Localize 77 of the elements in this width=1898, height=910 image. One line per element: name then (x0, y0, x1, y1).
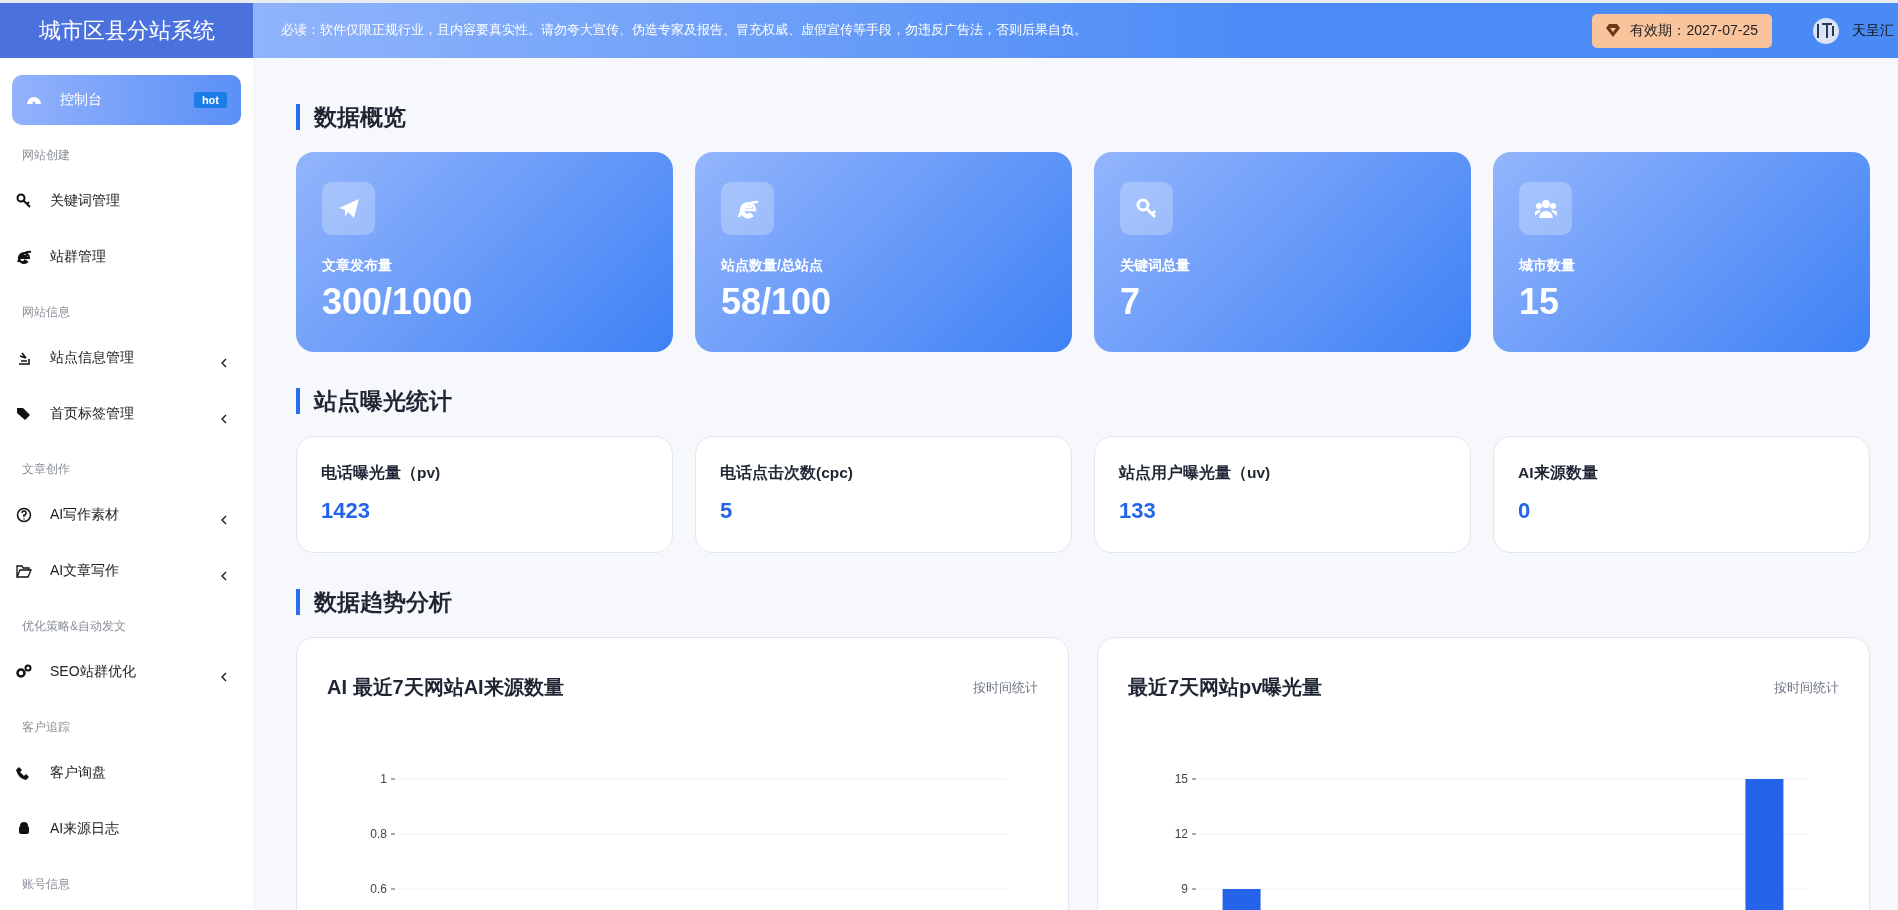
section-title: 数据趋势分析 (296, 589, 1870, 615)
tick-mark (1191, 888, 1197, 890)
stat-value: 58/100 (721, 281, 833, 323)
menu-icon (16, 821, 32, 837)
stat-label: 关键词总量 (1120, 257, 1191, 275)
menu-icon (16, 193, 32, 209)
notice-text: 必读：软件仅限正规行业，且内容要真实性。请勿夸大宣传、伪造专家及报告、冒充权威、虚假宣传等手段，勿违反广告法，否则后果自负。 (281, 22, 1088, 39)
sidebar-item[interactable]: 首页标签管理 (12, 389, 241, 439)
menu-icon (16, 664, 32, 680)
section-title: 站点曝光统计 (296, 388, 1870, 414)
menu-icon (16, 350, 32, 366)
filter-link[interactable]: 按时间统计 (1774, 678, 1839, 697)
chevron-icon (221, 358, 227, 368)
stat-value: 300/1000 (322, 281, 474, 323)
filter-link[interactable]: 按时间统计 (973, 678, 1038, 697)
sidebar-item[interactable]: SEO站群优化 (12, 647, 241, 697)
sidebar-item[interactable]: 关键词管理 (12, 176, 241, 226)
diamond-icon (1606, 24, 1621, 37)
stat-label: 文章发布量 (322, 257, 393, 275)
chart-title: AI 最近7天网站AI来源数量 (327, 675, 564, 700)
sidebar-item[interactable]: 控制台 hot (12, 75, 241, 125)
stat-icon (1519, 182, 1572, 235)
sidebar-item[interactable]: AI文章写作 (12, 546, 241, 596)
axis-label: 1 (380, 772, 387, 786)
validity-badge: 有效期：2027-07-25 (1592, 13, 1772, 48)
system-title: 城市区县分站系统 (0, 3, 253, 58)
chevron-icon (221, 515, 227, 525)
axis-label: 0.8 (370, 827, 387, 841)
stat-value: 7 (1120, 281, 1142, 323)
chevron-icon (221, 571, 227, 581)
tick-mark (1191, 833, 1197, 835)
sidebar-item[interactable]: AI写作素材 (12, 490, 241, 540)
stat-value: 133 (1119, 498, 1157, 524)
stat-label: AI来源数量 (1518, 463, 1599, 483)
stat-icon (1120, 182, 1173, 235)
section-label: 网站创建 (21, 147, 71, 164)
hot-badge: hot (193, 92, 227, 108)
menu-icon (16, 249, 32, 265)
sidebar-item[interactable]: 客户询盘 (12, 748, 241, 798)
section-label: 账号信息 (21, 876, 71, 893)
tick-mark (1191, 778, 1197, 780)
tick-mark (390, 888, 396, 890)
axis-label: 9 (1181, 882, 1188, 896)
chart-title: 最近7天网站pv曝光量 (1128, 675, 1323, 700)
stat-icon (721, 182, 774, 235)
axis-label: 15 (1174, 772, 1188, 786)
tick-mark (390, 833, 396, 835)
menu-icon (16, 765, 32, 781)
bar (1222, 889, 1261, 910)
stat-label: 城市数量 (1519, 257, 1576, 275)
stat-value: 15 (1519, 281, 1561, 323)
sidebar-item[interactable]: AI来源日志 (12, 804, 241, 854)
menu-icon (16, 406, 32, 422)
section-label: 网站信息 (21, 304, 71, 321)
chevron-icon (221, 672, 227, 682)
axis-label: 0.6 (370, 882, 387, 896)
stat-value: 1423 (321, 498, 371, 524)
menu-icon (16, 563, 32, 579)
sidebar-item[interactable]: 站点信息管理 (12, 333, 241, 383)
menu-icon (16, 507, 32, 523)
stat-value: 5 (720, 498, 734, 524)
axis-label: 12 (1174, 827, 1188, 841)
section-label: 优化策略&自动发文 (21, 618, 127, 635)
user-name: 天呈汇 (1852, 21, 1894, 40)
stat-value: 0 (1518, 498, 1532, 524)
logo-icon (1812, 16, 1840, 45)
tick-mark (390, 778, 396, 780)
sidebar-item[interactable]: 站群管理 (12, 232, 241, 282)
stat-label: 电话点击次数(cpc) (720, 463, 855, 483)
section-label: 文章创作 (21, 461, 71, 478)
stat-label: 站点数量/总站点 (721, 257, 824, 275)
stat-label: 站点用户曝光量（uv) (1119, 463, 1272, 483)
chevron-icon (221, 414, 227, 424)
stat-label: 电话曝光量（pv) (321, 463, 442, 483)
section-label: 客户追踪 (21, 719, 71, 736)
section-title: 数据概览 (296, 104, 1870, 130)
stat-icon (322, 182, 375, 235)
